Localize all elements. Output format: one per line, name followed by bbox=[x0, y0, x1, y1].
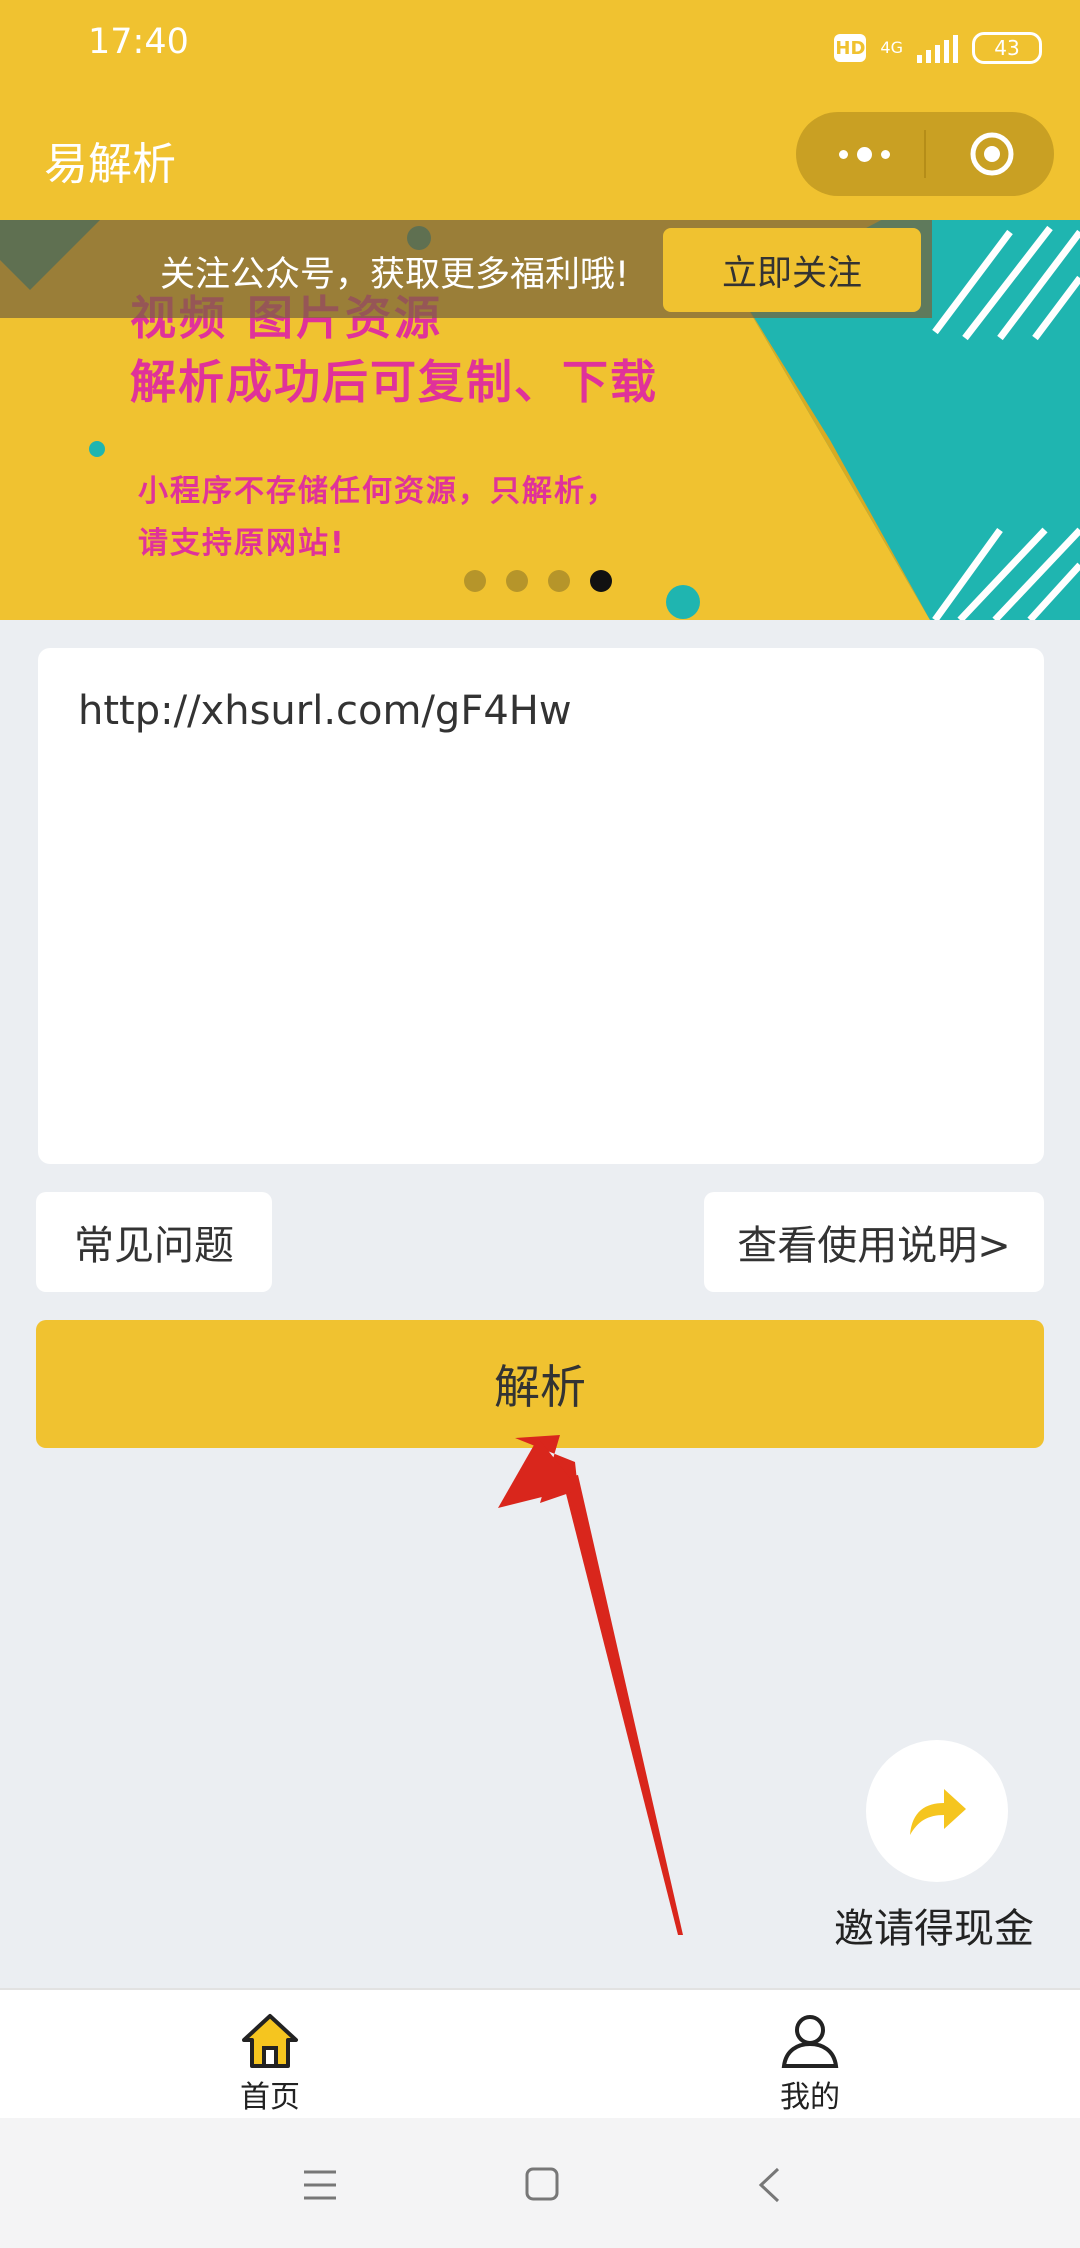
system-nav-bar bbox=[0, 2118, 1080, 2248]
bottom-tab-bar: 首页 我的 bbox=[0, 1988, 1080, 2120]
recent-apps-icon[interactable] bbox=[300, 2168, 340, 2202]
tab-mine[interactable]: 我的 bbox=[710, 1990, 910, 2120]
home-icon bbox=[242, 2014, 298, 2068]
back-nav-icon[interactable] bbox=[756, 2166, 782, 2204]
tab-home-label: 首页 bbox=[240, 2080, 300, 2115]
share-arrow-icon bbox=[910, 1789, 966, 1835]
user-icon bbox=[781, 2015, 839, 2068]
home-nav-icon[interactable] bbox=[524, 2166, 560, 2202]
invite-button[interactable] bbox=[866, 1740, 1008, 1882]
tab-mine-label: 我的 bbox=[780, 2080, 840, 2115]
invite-label[interactable]: 邀请得现金 bbox=[834, 1896, 1034, 1954]
tab-home[interactable]: 首页 bbox=[170, 1990, 370, 2120]
